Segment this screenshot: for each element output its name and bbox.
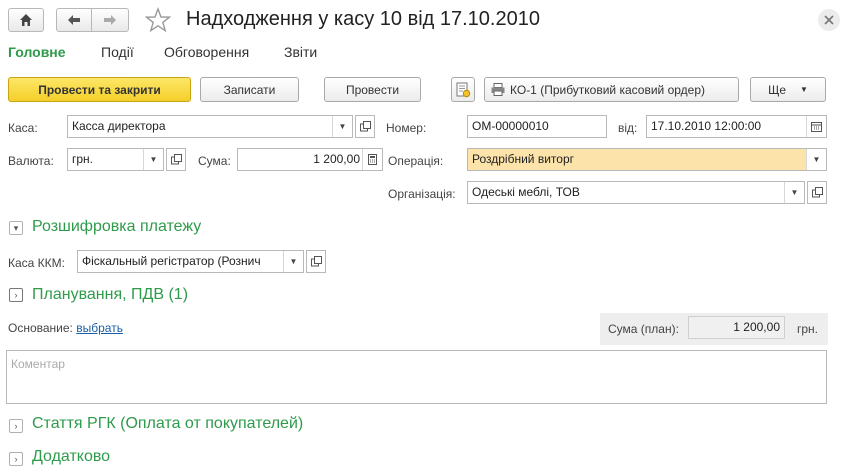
open-form-icon xyxy=(170,154,182,165)
home-button[interactable] xyxy=(8,8,44,32)
ko1-label: КО-1 (Прибутковий касовий ордер) xyxy=(510,82,705,97)
kasa-open-button[interactable] xyxy=(355,115,375,138)
tab-events[interactable]: Події xyxy=(101,44,134,60)
currency-dropdown-icon[interactable]: ▼ xyxy=(143,149,163,170)
currency-open-button[interactable] xyxy=(166,148,186,171)
org-label: Організація: xyxy=(388,187,456,201)
org-field[interactable]: Одеські меблі, ТОВ ▼ xyxy=(467,181,805,204)
tab-reports[interactable]: Звіти xyxy=(284,44,317,60)
ko1-print-button[interactable]: КО-1 (Прибутковий касовий ордер) xyxy=(484,77,739,102)
number-label: Номер: xyxy=(386,121,427,135)
org-open-button[interactable] xyxy=(807,181,827,204)
forward-button[interactable] xyxy=(91,8,129,32)
planning-section-title[interactable]: Планування, ПДВ (1) xyxy=(32,286,188,304)
chevron-right-icon: › xyxy=(14,421,18,431)
kasa-label: Каса: xyxy=(8,121,38,135)
document-structure-icon xyxy=(456,82,471,97)
arrow-right-icon xyxy=(104,15,116,25)
post-button[interactable]: Провести xyxy=(324,77,421,102)
basis-select-link[interactable]: выбрать xyxy=(76,321,123,335)
kkm-field[interactable]: Фіскальный регістратор (Рознич ▼ xyxy=(77,250,304,273)
currency-field[interactable]: грн. ▼ xyxy=(67,148,164,171)
extra-section-toggle[interactable]: › xyxy=(9,452,23,466)
basis-label: Основание: выбрать xyxy=(8,321,123,335)
operation-dropdown-icon[interactable]: ▼ xyxy=(806,149,826,170)
home-icon xyxy=(20,14,32,26)
plan-sum-label: Сума (план): xyxy=(608,322,679,336)
payment-section-title[interactable]: Розшифровка платежу xyxy=(32,218,201,236)
chevron-right-icon: › xyxy=(14,290,18,300)
sum-field[interactable]: 1 200,00 xyxy=(237,148,383,171)
org-dropdown-icon[interactable]: ▼ xyxy=(784,182,804,203)
payment-section-toggle[interactable]: ▾ xyxy=(9,221,23,235)
plan-currency: грн. xyxy=(797,322,819,336)
extra-section-title[interactable]: Додатково xyxy=(32,448,110,466)
sum-value: 1 200,00 xyxy=(313,152,360,166)
kkm-value: Фіскальный регістратор (Рознич xyxy=(82,254,261,268)
kkm-open-button[interactable] xyxy=(306,250,326,273)
calculator-icon[interactable] xyxy=(362,149,382,170)
open-form-icon xyxy=(811,187,823,198)
sum-label: Сума: xyxy=(198,154,231,168)
arrow-left-icon xyxy=(68,15,80,25)
org-value: Одеські меблі, ТОВ xyxy=(472,185,580,199)
rgk-section-toggle[interactable]: › xyxy=(9,419,23,433)
date-field[interactable]: 17.10.2010 12:00:00 xyxy=(646,115,827,138)
open-form-icon xyxy=(310,256,322,267)
post-and-close-button[interactable]: Провести та закрити xyxy=(8,77,191,102)
date-value: 17.10.2010 12:00:00 xyxy=(651,119,762,133)
page-title: Надходження у касу 10 від 17.10.2010 xyxy=(186,8,540,30)
more-button[interactable]: Ще ▼ xyxy=(750,77,826,102)
back-button[interactable] xyxy=(56,8,92,32)
comment-field[interactable]: Коментар xyxy=(6,350,827,404)
printer-icon xyxy=(491,83,505,96)
open-form-icon xyxy=(359,121,371,132)
kasa-field[interactable]: Касса директора ▼ xyxy=(67,115,353,138)
operation-value: Роздрібний виторг xyxy=(472,152,574,166)
favorite-star-icon[interactable] xyxy=(144,7,172,33)
kkm-label: Каса ККМ: xyxy=(8,256,65,270)
save-button[interactable]: Записати xyxy=(200,77,299,102)
structure-button[interactable] xyxy=(451,77,475,102)
number-field[interactable]: ОМ-00000010 xyxy=(467,115,607,138)
currency-label: Валюта: xyxy=(8,154,54,168)
tab-discussion[interactable]: Обговорення xyxy=(164,44,249,60)
dropdown-arrow-icon: ▼ xyxy=(800,85,808,94)
operation-label: Операція: xyxy=(388,154,444,168)
more-label: Ще xyxy=(768,82,786,97)
calendar-icon[interactable] xyxy=(806,116,826,137)
chevron-down-icon: ▾ xyxy=(13,222,19,233)
chevron-right-icon: › xyxy=(14,454,18,464)
tab-main[interactable]: Головне xyxy=(8,44,66,60)
kasa-value: Касса директора xyxy=(72,119,166,133)
close-icon xyxy=(824,15,834,25)
comment-placeholder: Коментар xyxy=(11,357,65,371)
rgk-section-title[interactable]: Стаття РГК (Оплата от покупателей) xyxy=(32,415,303,433)
plan-sum-field: 1 200,00 xyxy=(688,316,785,339)
close-button[interactable] xyxy=(818,9,840,31)
operation-field[interactable]: Роздрібний виторг ▼ xyxy=(467,148,827,171)
date-label: від: xyxy=(618,121,638,135)
planning-section-toggle[interactable]: › xyxy=(9,288,23,302)
kkm-dropdown-icon[interactable]: ▼ xyxy=(283,251,303,272)
kasa-dropdown-icon[interactable]: ▼ xyxy=(332,116,352,137)
currency-value: грн. xyxy=(72,152,94,166)
